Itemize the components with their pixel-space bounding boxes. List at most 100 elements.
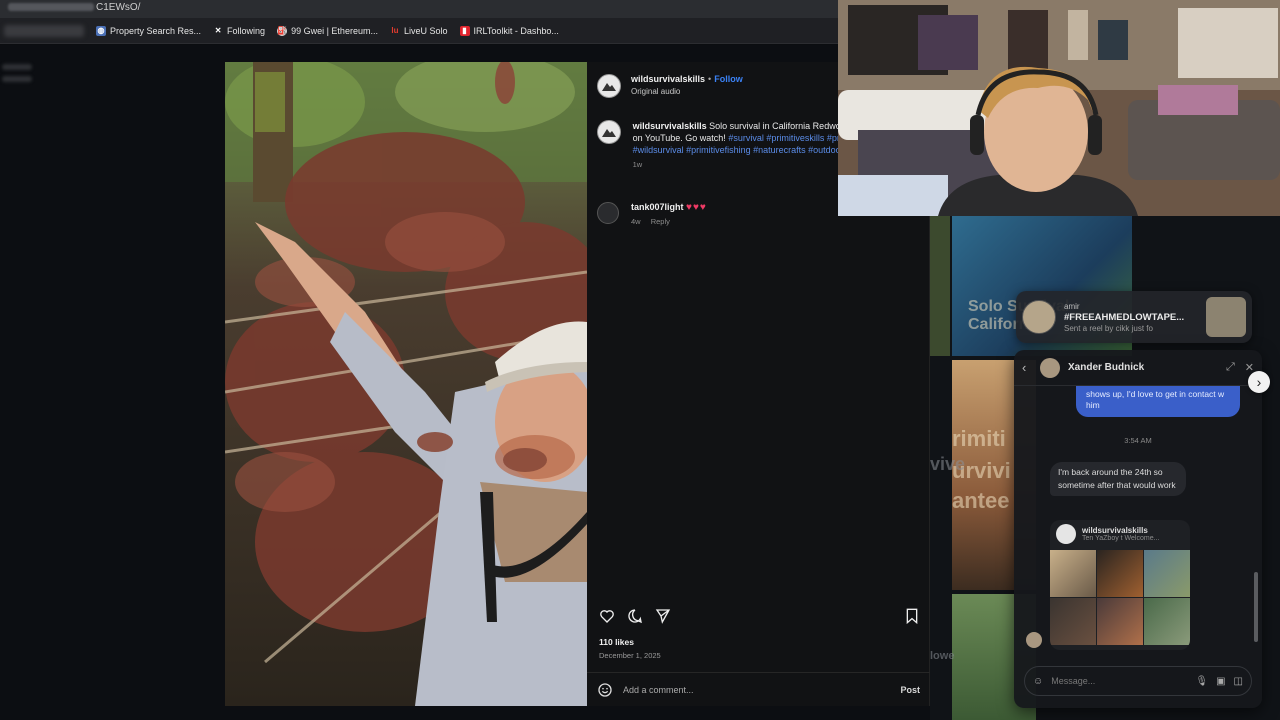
grid-thumb xyxy=(1097,598,1143,645)
comment-hearts: ♥♥♥ xyxy=(686,202,707,213)
bookmark-label: Property Search Res... xyxy=(110,25,202,36)
sticker-icon[interactable]: ◫ xyxy=(1234,676,1243,687)
image-icon[interactable]: ▣ xyxy=(1216,676,1225,687)
bookmark-icon xyxy=(906,608,918,624)
likes-count[interactable]: 110 likes xyxy=(599,637,634,647)
bookmark-label: Following xyxy=(227,25,266,36)
url-redacted xyxy=(8,3,94,12)
comment-age: 4w xyxy=(631,217,641,226)
notification-title: #FREEAHMEDLOWTAPE... xyxy=(1064,311,1185,323)
commenter-avatar[interactable] xyxy=(597,202,619,224)
message-composer: ☺ 🎙 ▣ ◫ xyxy=(1024,666,1252,696)
bookmark-99-gwei[interactable]: ⛽ 99 Gwei | Ethereum... xyxy=(277,25,378,36)
comment: tank007light ♥♥♥ 4w Reply xyxy=(597,202,707,226)
bookmark-redacted xyxy=(4,24,84,37)
shared-post-username: wildsurvivalskills xyxy=(1082,526,1148,535)
shared-post-grid xyxy=(1050,550,1190,645)
audio-label[interactable]: Original audio xyxy=(631,87,743,96)
post-date: December 1, 2025 xyxy=(599,651,661,660)
notification-text: amir #FREEAHMEDLOWTAPE... Sent a reel by… xyxy=(1064,301,1206,334)
message-notification[interactable]: amir #FREEAHMEDLOWTAPE... Sent a reel by… xyxy=(1016,291,1252,343)
post-media-image[interactable] xyxy=(225,62,587,706)
caption-avatar[interactable] xyxy=(597,120,621,144)
bookmark-following[interactable]: ✕ Following xyxy=(213,26,265,36)
mountain-logo-icon xyxy=(602,83,616,91)
url-bar[interactable]: C1EWsO/ xyxy=(0,0,838,18)
x-logo-icon: ✕ xyxy=(214,25,222,35)
left-redacted-text xyxy=(0,58,40,98)
shared-post-subtitle: Ten YaZboy t Welcome... xyxy=(1082,535,1160,542)
like-button[interactable] xyxy=(597,606,617,626)
bookmark-irltoolkit[interactable]: ▮ IRLToolkit - Dashbo... xyxy=(459,25,559,36)
bookmark-property-search[interactable]: ◍ Property Search Res... xyxy=(96,25,202,36)
forest-scene xyxy=(225,62,587,706)
screen: C1EWsO/ ◍ Property Search Res... ✕ Follo… xyxy=(0,0,1280,720)
comment-icon xyxy=(628,609,642,624)
notification-subtitle: Sent a reel by cikk just fo xyxy=(1064,323,1153,333)
message-input[interactable] xyxy=(1051,676,1188,686)
sender-mini-avatar xyxy=(1026,632,1042,648)
expand-icon[interactable]: ⤢ xyxy=(1226,361,1235,374)
webcam-overlay xyxy=(838,0,1280,216)
share-button[interactable] xyxy=(653,606,673,626)
bookmark-label: LiveU Solo xyxy=(403,25,448,36)
liveu-icon: lu xyxy=(391,25,399,35)
dm-chat-panel: ‹ Xander Budnick ⤢ ✕ shows up, I'd love … xyxy=(1014,350,1262,708)
shared-post-card[interactable]: wildsurvivalskills Ten YaZboy t Welcome.… xyxy=(1050,520,1190,650)
emoji-icon[interactable] xyxy=(597,682,613,698)
reel-thumbnail[interactable] xyxy=(930,216,950,356)
incoming-message: I'm back around the 24th so sometime aft… xyxy=(1050,462,1186,496)
message-timestamp: 3:54 AM xyxy=(1124,436,1152,445)
mountain-logo-icon xyxy=(601,129,616,137)
emoji-icon[interactable]: ☺ xyxy=(1033,676,1043,687)
follow-button[interactable]: Follow xyxy=(714,74,743,84)
streamer-webcam xyxy=(838,0,1280,216)
contact-avatar[interactable] xyxy=(1040,357,1060,378)
author-info: wildsurvivalskills • Follow Original audio xyxy=(631,74,743,96)
chat-scrollbar[interactable] xyxy=(1254,572,1258,642)
outgoing-message: shows up, I'd love to get in contact w h… xyxy=(1076,386,1240,417)
bookmark-label: IRLToolkit - Dashbo... xyxy=(473,25,559,36)
grid-thumb xyxy=(1097,550,1143,597)
background-word: vive xyxy=(930,454,966,474)
shared-post-header: wildsurvivalskills Ten YaZboy t Welcome.… xyxy=(1050,520,1190,548)
author-username[interactable]: wildsurvivalskills xyxy=(631,74,705,84)
reel-word: antee xyxy=(952,488,1010,513)
microphone-icon[interactable]: 🎙 xyxy=(1195,676,1208,687)
bookmark-liveu-solo[interactable]: lu LiveU Solo xyxy=(390,25,448,36)
irltoolkit-icon: ▮ xyxy=(459,25,470,36)
background-word: lowe xyxy=(930,650,955,662)
back-arrow-icon[interactable]: ‹ xyxy=(1022,360,1036,375)
url-text: C1EWsO/ xyxy=(96,2,141,13)
commenter-username[interactable]: tank007light xyxy=(631,202,684,212)
caption-title: Solo survival in California Redwoods xyxy=(709,121,856,131)
heart-icon xyxy=(600,610,614,623)
comment-body: tank007light ♥♥♥ 4w Reply xyxy=(631,202,707,226)
comment-input[interactable] xyxy=(623,684,901,695)
grid-thumb xyxy=(1050,550,1096,597)
shared-post-avatar xyxy=(1056,524,1076,544)
separator-dot: • xyxy=(708,74,712,84)
bookmarks-bar: ◍ Property Search Res... ✕ Following ⛽ 9… xyxy=(0,18,838,44)
reel-word: rimiti xyxy=(952,426,1006,451)
post-comment-button[interactable]: Post xyxy=(900,685,920,695)
chat-header: ‹ Xander Budnick ⤢ ✕ xyxy=(1014,350,1262,386)
save-button[interactable] xyxy=(902,606,922,626)
notification-sender: amir xyxy=(1064,301,1080,311)
reply-button[interactable]: Reply xyxy=(651,217,670,226)
next-post-arrow-icon[interactable]: › xyxy=(1248,371,1270,393)
grid-thumb xyxy=(1050,598,1096,645)
notification-thumbnail xyxy=(1206,297,1246,337)
comment-button[interactable] xyxy=(625,606,645,626)
send-icon xyxy=(655,609,671,624)
post-actions xyxy=(597,606,922,626)
author-avatar[interactable] xyxy=(597,74,621,98)
globe-icon: ◍ xyxy=(96,25,106,36)
grid-thumb xyxy=(1144,550,1190,597)
bookmark-label: 99 Gwei | Ethereum... xyxy=(291,25,378,36)
grid-thumb xyxy=(1144,598,1190,645)
notification-avatar xyxy=(1022,300,1056,334)
caption-username[interactable]: wildsurvivalskills xyxy=(633,121,707,131)
comment-meta: 4w Reply xyxy=(631,217,707,226)
contact-name[interactable]: Xander Budnick xyxy=(1068,362,1216,373)
